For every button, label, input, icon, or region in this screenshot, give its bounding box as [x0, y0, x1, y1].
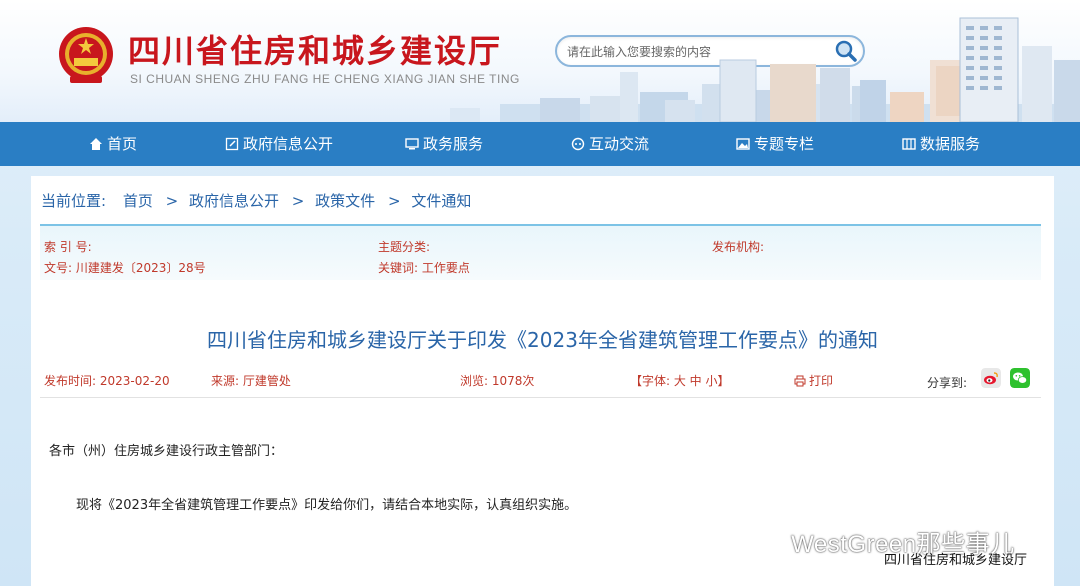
breadcrumb-gov-info[interactable]: 政府信息公开 — [189, 192, 279, 210]
skyline-illustration — [450, 17, 1080, 122]
meta-docno: 文号: 川建建发〔2023〕28号 — [44, 261, 206, 275]
print-label: 打印 — [809, 374, 834, 388]
nav-item-label: 数据服务 — [920, 135, 981, 153]
breadcrumb-prefix: 当前位置: — [41, 192, 107, 210]
article-source: 来源: 厅建管处 — [211, 374, 291, 388]
nav-item-label: 政府信息公开 — [243, 135, 334, 153]
meta-publisher-label: 发布机构: — [712, 240, 765, 254]
body-paragraph: 现将《2023年全省建筑管理工作要点》印发给你们，请结合本地实际，认真组织实施。 — [76, 498, 578, 513]
print-button[interactable]: 打印 — [794, 372, 833, 389]
breadcrumb-separator: > — [387, 192, 401, 210]
main-nav: 首页 政府信息公开 政务服务 互动交流 专题专栏 数据服务 — [0, 122, 1080, 166]
breadcrumb-policy-docs[interactable]: 政策文件 — [315, 192, 375, 210]
meta-topic-label: 主题分类: — [378, 240, 431, 254]
nav-item-label: 互动交流 — [589, 135, 650, 153]
greeting-text: 各市（州）住房城乡建设行政主管部门： — [49, 444, 284, 459]
site-header: 四川省住房和城乡建设厅 SI CHUAN SHENG ZHU FANG HE C… — [0, 0, 1080, 122]
breadcrumb-separator: > — [165, 192, 179, 210]
edit-icon — [225, 137, 239, 151]
nav-item-data[interactable]: 数据服务 — [902, 122, 980, 166]
grid-icon — [902, 138, 916, 150]
article-info-row: 发布时间: 2023-02-20 来源: 厅建管处 浏览: 1078次 【字体:… — [40, 368, 1041, 398]
watermark-subtitle: 四川省住房和城乡建设厅 — [884, 553, 1028, 568]
image-icon — [736, 138, 750, 150]
font-size-control[interactable]: 【字体: 大 中 小】 — [630, 372, 730, 389]
printer-icon — [794, 375, 806, 386]
national-emblem-icon[interactable] — [56, 24, 116, 86]
breadcrumb-home[interactable]: 首页 — [123, 192, 153, 210]
document-title: 四川省住房和城乡建设厅关于印发《2023年全省建筑管理工作要点》的通知 — [207, 328, 878, 352]
wechat-watermark-icon — [759, 536, 783, 555]
weibo-icon[interactable] — [981, 368, 1001, 388]
nav-item-label: 专题专栏 — [754, 135, 815, 153]
nav-item-label: 首页 — [107, 135, 138, 153]
breadcrumb-notices[interactable]: 文件通知 — [411, 192, 471, 210]
nav-item-interaction[interactable]: 互动交流 — [571, 122, 649, 166]
document-meta-box: 索 引 号: 主题分类: 发布机构: 文号: 川建建发〔2023〕28号 关键词… — [40, 224, 1041, 280]
nav-item-home[interactable]: 首页 — [89, 122, 137, 166]
nav-item-gov-service[interactable]: 政务服务 — [405, 122, 483, 166]
nav-item-gov-info[interactable]: 政府信息公开 — [225, 122, 333, 166]
breadcrumb: 当前位置: 首页 > 政府信息公开 > 政策文件 > 文件通知 — [41, 190, 473, 211]
view-count: 浏览: 1078次 — [460, 374, 535, 388]
home-icon — [90, 138, 102, 150]
wechat-icon[interactable] — [1010, 368, 1030, 388]
chat-icon — [571, 137, 585, 151]
nav-item-label: 政务服务 — [423, 135, 484, 153]
monitor-icon — [405, 138, 419, 150]
share-label: 分享到: — [927, 376, 968, 390]
meta-index-label: 索 引 号: — [44, 240, 92, 254]
breadcrumb-separator: > — [291, 192, 305, 210]
nav-item-special[interactable]: 专题专栏 — [736, 122, 814, 166]
meta-keywords: 关键词: 工作要点 — [378, 261, 470, 275]
publish-time: 发布时间: 2023-02-20 — [44, 374, 170, 388]
